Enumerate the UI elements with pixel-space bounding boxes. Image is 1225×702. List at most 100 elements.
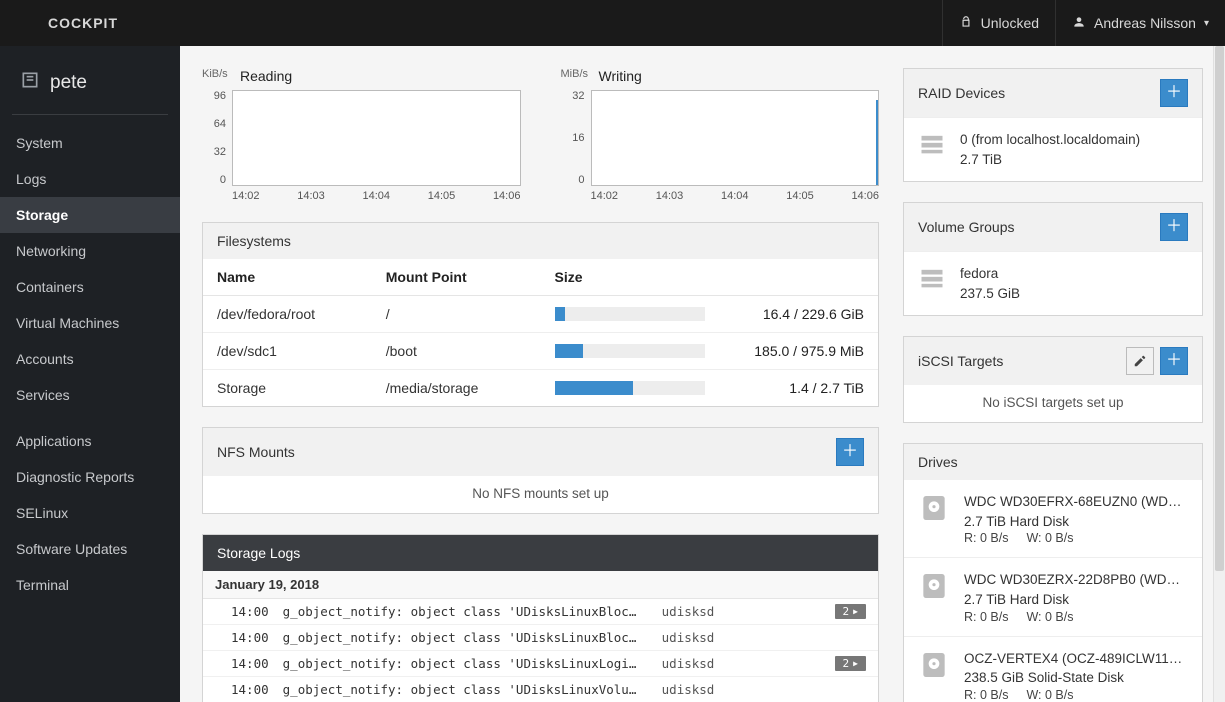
drive-desc: 2.7 TiB Hard Disk bbox=[964, 512, 1188, 532]
drive-write: W: 0 B/s bbox=[1026, 531, 1073, 545]
add-vg-button[interactable]: ＋ bbox=[1160, 213, 1188, 241]
sidebar-item-virtual-machines[interactable]: Virtual Machines bbox=[0, 305, 180, 341]
host-selector[interactable]: pete bbox=[0, 58, 180, 114]
log-service: udisksd bbox=[662, 682, 715, 697]
sidebar-item-terminal[interactable]: Terminal bbox=[0, 567, 180, 603]
panel-storage-logs: Storage Logs January 19, 2018 14:00 g_obj… bbox=[202, 534, 879, 702]
chart-reading-plot bbox=[232, 90, 521, 186]
vg-item-name: fedora bbox=[960, 264, 1188, 284]
logs-date: January 19, 2018 bbox=[203, 571, 878, 599]
vg-icon bbox=[918, 264, 946, 292]
sidebar-item-logs[interactable]: Logs bbox=[0, 161, 180, 197]
sidebar-item-services[interactable]: Services bbox=[0, 377, 180, 413]
brand: COCKPIT bbox=[0, 15, 142, 31]
sidebar-item-applications[interactable]: Applications bbox=[0, 423, 180, 459]
raid-item-name: 0 (from localhost.localdomain) bbox=[960, 130, 1188, 150]
log-service: udisksd bbox=[662, 630, 715, 645]
chart-reading-unit: KiB/s bbox=[202, 68, 228, 80]
panel-drives-title: Drives bbox=[918, 454, 958, 470]
chevron-down-icon: ▾ bbox=[1204, 18, 1209, 29]
chart-writing-plot bbox=[591, 90, 880, 186]
panel-logs-title: Storage Logs bbox=[217, 545, 300, 561]
col-size[interactable]: Size bbox=[541, 259, 879, 296]
sidebar-item-accounts[interactable]: Accounts bbox=[0, 341, 180, 377]
log-time: 14:00 bbox=[231, 682, 269, 697]
vg-item[interactable]: fedora 237.5 GiB bbox=[904, 251, 1202, 315]
panel-filesystems-title: Filesystems bbox=[217, 233, 291, 249]
fs-name: Storage bbox=[203, 370, 372, 407]
sidebar-item-storage[interactable]: Storage bbox=[0, 197, 180, 233]
chart-writing-unit: MiB/s bbox=[561, 68, 589, 80]
col-mount[interactable]: Mount Point bbox=[372, 259, 541, 296]
nfs-empty: No NFS mounts set up bbox=[203, 476, 878, 513]
panel-vg-title: Volume Groups bbox=[918, 219, 1015, 235]
log-row[interactable]: 14:00 g_object_notify: object class 'UDis… bbox=[203, 625, 878, 651]
sidebar-item-networking[interactable]: Networking bbox=[0, 233, 180, 269]
panel-filesystems-head: Filesystems bbox=[203, 223, 878, 259]
panel-iscsi-title: iSCSI Targets bbox=[918, 353, 1003, 369]
main-area: KiB/s Reading 9664320 14:0214:0314:0414:… bbox=[180, 46, 1225, 702]
log-row[interactable]: 14:00g_object_notify: object class 'UDis… bbox=[203, 599, 878, 625]
edit-iscsi-button[interactable] bbox=[1126, 347, 1154, 375]
chart-reading: KiB/s Reading 9664320 14:0214:0314:0414:… bbox=[202, 68, 521, 202]
lock-toggle[interactable]: Unlocked bbox=[942, 0, 1055, 46]
drive-item[interactable]: WDC WD30EFRX-68EUZN0 (WD…2.7 TiB Hard Di… bbox=[904, 480, 1202, 557]
log-count-badge: 2▶ bbox=[835, 604, 866, 619]
panel-filesystems: Filesystems Name Mount Point Size /dev/f… bbox=[202, 222, 879, 407]
drive-write: W: 0 B/s bbox=[1026, 610, 1073, 624]
log-message: g_object_notify: object class 'UDisksLin… bbox=[283, 682, 648, 697]
drive-item[interactable]: WDC WD30EZRX-22D8PB0 (WD…2.7 TiB Hard Di… bbox=[904, 557, 1202, 635]
sidebar-item-selinux[interactable]: SELinux bbox=[0, 495, 180, 531]
scrollbar[interactable] bbox=[1213, 46, 1225, 702]
panel-raid: RAID Devices ＋ 0 (from localhost.localdo… bbox=[903, 68, 1203, 182]
fs-size: 1.4 / 2.7 TiB bbox=[789, 380, 864, 396]
fs-mount: /boot bbox=[372, 333, 541, 370]
user-menu[interactable]: Andreas Nilsson ▾ bbox=[1055, 0, 1225, 46]
lock-icon bbox=[959, 15, 973, 32]
panel-nfs: NFS Mounts ＋ No NFS mounts set up bbox=[202, 427, 879, 514]
drive-desc: 238.5 GiB Solid-State Disk bbox=[964, 668, 1188, 688]
log-message: g_object_notify: object class 'UDisksLin… bbox=[283, 630, 648, 645]
add-iscsi-button[interactable]: ＋ bbox=[1160, 347, 1188, 375]
raid-icon bbox=[918, 130, 946, 158]
fs-name: /dev/fedora/root bbox=[203, 296, 372, 333]
col-name[interactable]: Name bbox=[203, 259, 372, 296]
panel-iscsi: iSCSI Targets ＋ No iSCSI targets set up bbox=[903, 336, 1203, 423]
chart-writing-title: Writing bbox=[599, 68, 880, 84]
log-service: udisksd bbox=[662, 604, 715, 619]
panel-nfs-title: NFS Mounts bbox=[217, 444, 295, 460]
chart-writing: MiB/s Writing 32160 14:0214:0314:0414:05… bbox=[561, 68, 880, 202]
log-message: g_object_notify: object class 'UDisksLin… bbox=[283, 656, 648, 671]
fs-name: /dev/sdc1 bbox=[203, 333, 372, 370]
log-row[interactable]: 14:00 g_object_notify: object class 'UDis… bbox=[203, 677, 878, 702]
panel-vg: Volume Groups ＋ fedora 237.5 GiB bbox=[903, 202, 1203, 316]
raid-item-size: 2.7 TiB bbox=[960, 150, 1188, 170]
drive-name: WDC WD30EFRX-68EUZN0 (WD… bbox=[964, 492, 1188, 512]
drive-write: W: 0 B/s bbox=[1026, 688, 1073, 702]
sidebar-item-diagnostic-reports[interactable]: Diagnostic Reports bbox=[0, 459, 180, 495]
hdd-icon bbox=[918, 492, 950, 524]
fs-mount: /media/storage bbox=[372, 370, 541, 407]
server-icon bbox=[20, 70, 40, 96]
log-count-badge: 2▶ bbox=[835, 656, 866, 671]
sidebar-item-system[interactable]: System bbox=[0, 125, 180, 161]
drive-desc: 2.7 TiB Hard Disk bbox=[964, 590, 1188, 610]
table-row[interactable]: /dev/fedora/root/16.4 / 229.6 GiB bbox=[203, 296, 878, 333]
usage-bar bbox=[555, 381, 705, 395]
add-raid-button[interactable]: ＋ bbox=[1160, 79, 1188, 107]
raid-item[interactable]: 0 (from localhost.localdomain) 2.7 TiB bbox=[904, 117, 1202, 181]
scrollbar-thumb[interactable] bbox=[1215, 46, 1224, 571]
drive-name: WDC WD30EZRX-22D8PB0 (WD… bbox=[964, 570, 1188, 590]
drive-item[interactable]: OCZ-VERTEX4 (OCZ-489ICLW11…238.5 GiB Sol… bbox=[904, 636, 1202, 702]
add-nfs-button[interactable]: ＋ bbox=[836, 438, 864, 466]
sidebar-item-containers[interactable]: Containers bbox=[0, 269, 180, 305]
sidebar-item-software-updates[interactable]: Software Updates bbox=[0, 531, 180, 567]
table-row[interactable]: /dev/sdc1/boot185.0 / 975.9 MiB bbox=[203, 333, 878, 370]
drive-name: OCZ-VERTEX4 (OCZ-489ICLW11… bbox=[964, 649, 1188, 669]
usage-bar bbox=[555, 307, 705, 321]
log-row[interactable]: 14:00g_object_notify: object class 'UDis… bbox=[203, 651, 878, 677]
log-time: 14:00 bbox=[231, 630, 269, 645]
hdd-icon bbox=[918, 649, 950, 681]
table-row[interactable]: Storage/media/storage 1.4 / 2.7 TiB bbox=[203, 370, 878, 407]
fs-size: 16.4 / 229.6 GiB bbox=[763, 306, 864, 322]
